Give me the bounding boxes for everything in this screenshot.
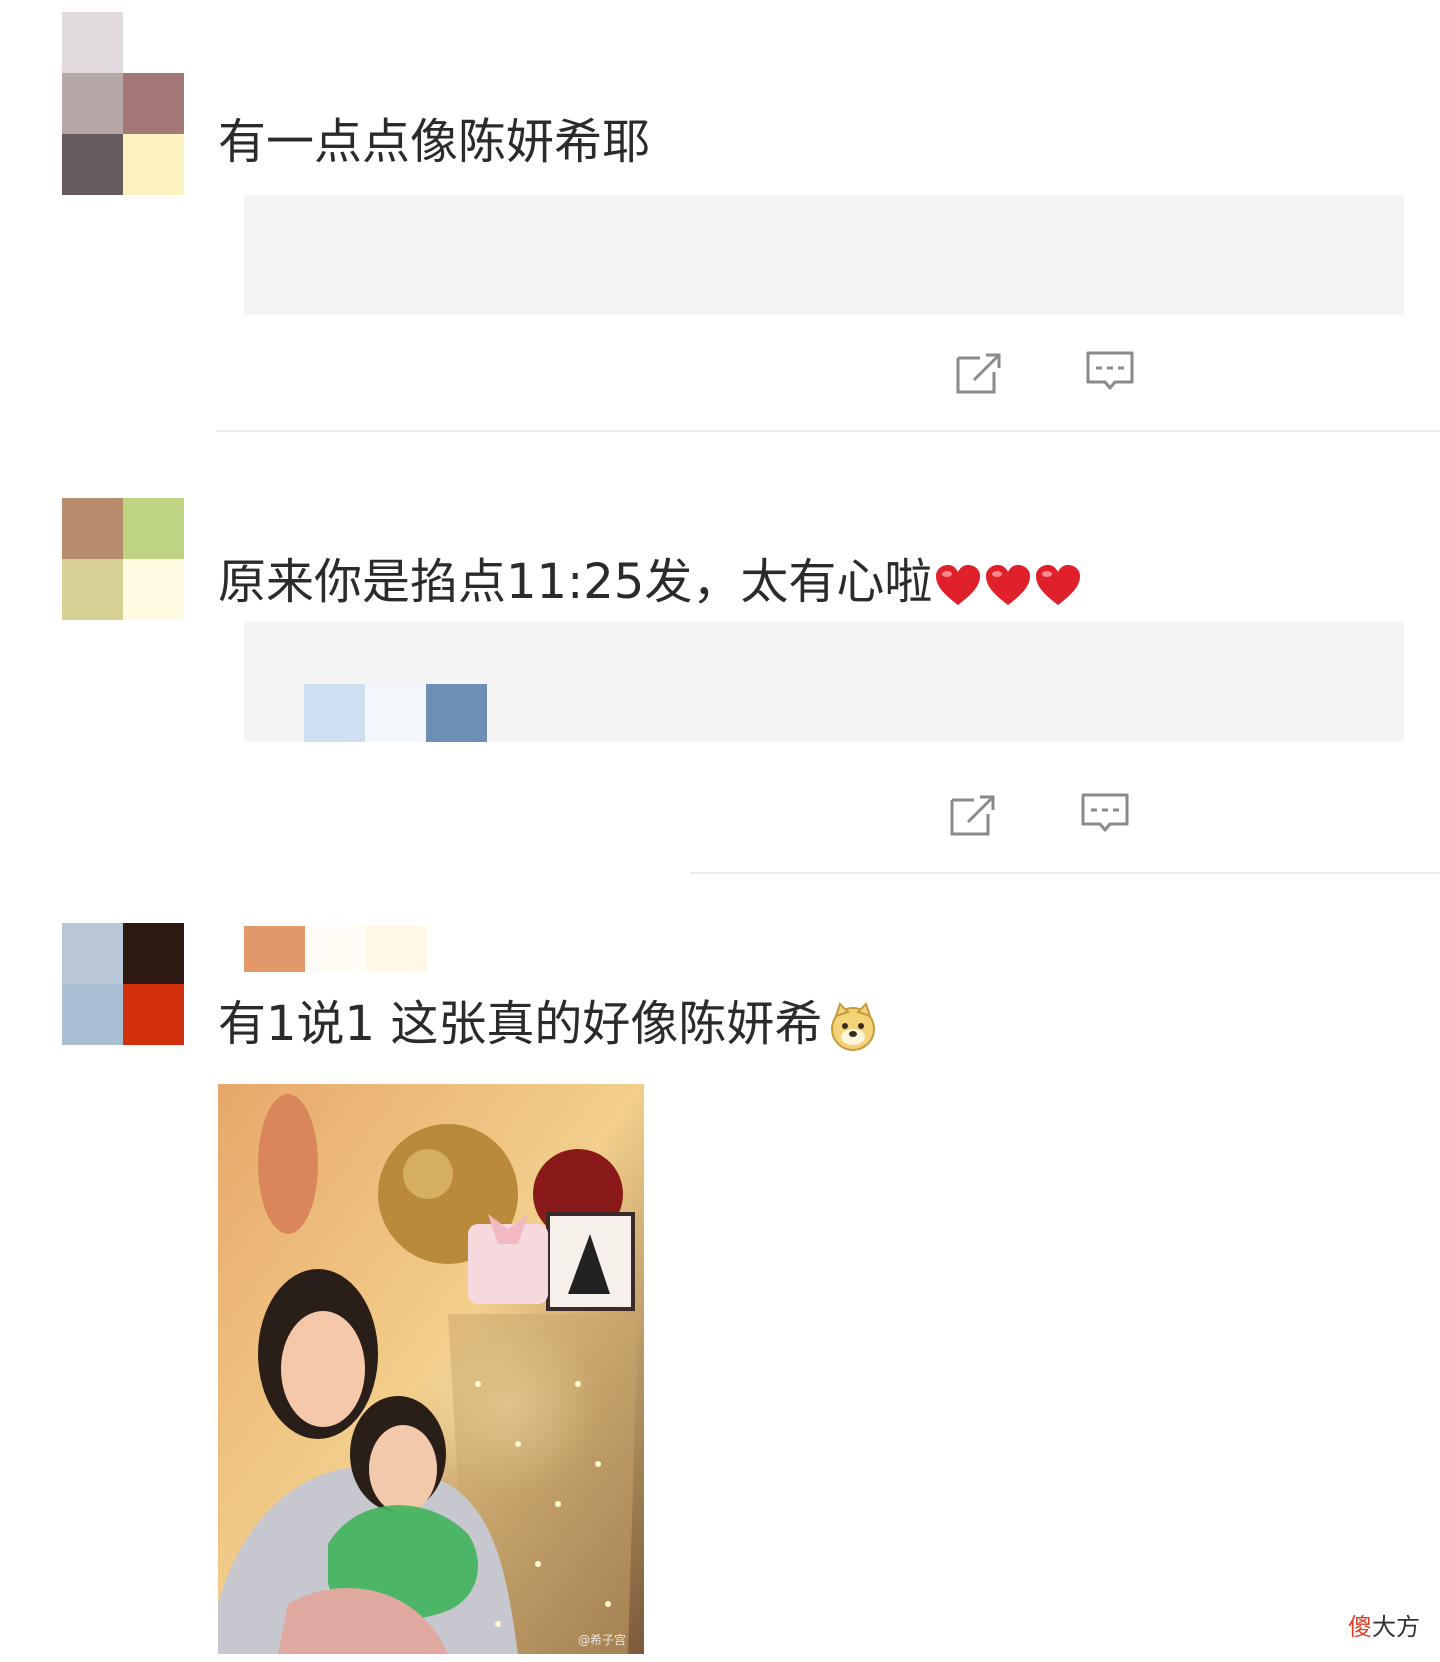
red-heart-icon bbox=[1036, 565, 1081, 605]
comment-text: 有1说1 这张真的好像陈妍希 bbox=[218, 992, 878, 1056]
avatar[interactable] bbox=[62, 12, 184, 195]
share-icon[interactable] bbox=[954, 350, 1004, 396]
red-heart-icon bbox=[986, 565, 1031, 605]
share-icon[interactable] bbox=[948, 792, 998, 838]
doge-icon bbox=[831, 1002, 876, 1051]
image-watermark: @希子宫 bbox=[578, 1632, 626, 1647]
comment-text: 有一点点像陈妍希耶 bbox=[218, 114, 651, 170]
comment-image[interactable]: @希子宫 bbox=[218, 1084, 644, 1654]
reply-preview[interactable] bbox=[244, 622, 1404, 742]
reply-preview[interactable] bbox=[244, 195, 1404, 315]
divider bbox=[690, 872, 1440, 874]
divider bbox=[216, 430, 1440, 432]
red-heart-icon bbox=[936, 565, 981, 605]
comment-icon[interactable] bbox=[1085, 350, 1135, 396]
comment-text: 原来你是掐点11:25发，太有心啦 bbox=[218, 550, 1082, 614]
avatar[interactable] bbox=[62, 923, 184, 1045]
site-watermark: 傻大方 bbox=[1348, 1613, 1420, 1641]
comment-icon[interactable] bbox=[1080, 792, 1130, 838]
avatar[interactable] bbox=[62, 498, 184, 620]
